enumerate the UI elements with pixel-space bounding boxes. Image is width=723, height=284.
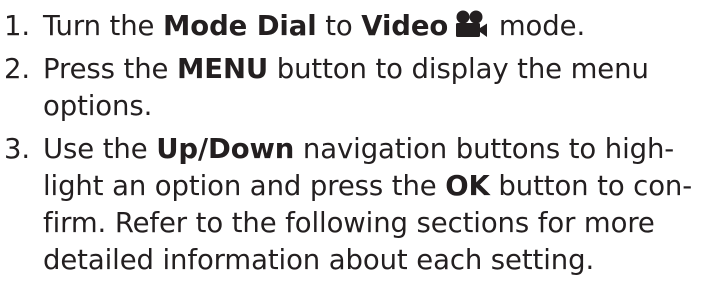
step-text-part: button to con- [489,170,693,202]
step-text: Turn the Mode Dial to Video mode. [43,8,719,45]
instruction-list: 1. Turn the Mode Dial to Video mode. 2. … [4,8,719,279]
step-2: 2. Press the MENU button to display the … [4,51,719,125]
step-3: 3. Use the Up/Down navigation buttons to… [4,131,719,279]
mode-dial-label: Mode Dial [163,10,317,42]
video-camera-icon [456,10,488,37]
step-text-part: Turn the [43,10,164,42]
step-text-part: mode. [490,10,586,42]
step-number: 1. [4,10,31,42]
step-line: Use the Up/Down navigation buttons to hi… [43,131,719,168]
step-text-part: navigation buttons to high- [294,133,675,165]
step-text-part: to [316,10,362,42]
step-line: detailed information about each setting. [43,242,719,279]
step-text-part: firm. Refer to the following sections fo… [43,207,655,239]
step-line: light an option and press the OK button … [43,168,719,205]
up-down-label: Up/Down [156,133,295,165]
step-text-part: detailed information about each setting. [43,244,595,276]
step-line: Turn the Mode Dial to Video mode. [43,8,719,45]
step-text-part: options. [43,90,153,122]
step-line: Press the MENU button to display the men… [43,51,719,88]
step-1: 1. Turn the Mode Dial to Video mode. [4,8,719,45]
step-number: 3. [4,133,31,165]
step-text-part: light an option and press the [43,170,446,202]
step-line: options. [43,88,719,125]
step-text-part: button to display the menu [268,53,649,85]
step-text-part: Use the [43,133,157,165]
video-mode-label: Video [361,10,449,42]
menu-button-label: MENU [177,53,269,85]
ok-button-label: OK [445,170,490,202]
step-text: Use the Up/Down navigation buttons to hi… [43,131,719,279]
step-text-part: Press the [43,53,177,85]
step-number: 2. [4,53,31,85]
step-text: Press the MENU button to display the men… [43,51,719,125]
step-line: firm. Refer to the following sections fo… [43,205,719,242]
